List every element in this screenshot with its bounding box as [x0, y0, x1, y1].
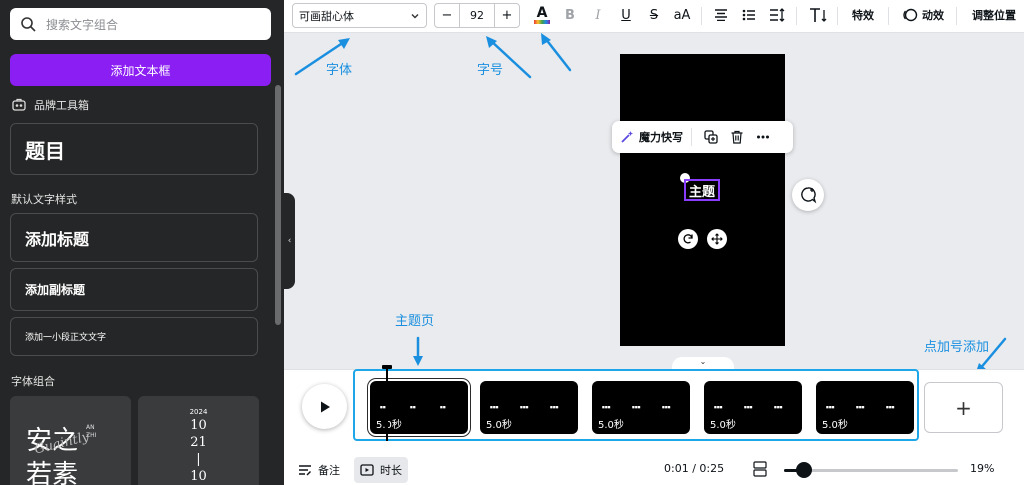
scene-mini-text: ■■■ — [774, 405, 783, 409]
zoom-value: 19% — [970, 462, 995, 475]
duration-button[interactable]: 时长 — [354, 457, 408, 483]
zoom-slider-knob[interactable] — [796, 462, 812, 478]
scene-mini-text: ■■ — [410, 405, 416, 409]
annotation-font: 字体 — [326, 63, 353, 78]
scene-mini-text: ■■■ — [662, 405, 671, 409]
scene-mini-text: ■■■ — [714, 405, 723, 409]
scene-mini-text: ■■■ — [520, 405, 529, 409]
scene-thumb-4[interactable]: ■■■ ■■■ ■■■ 5.0秒 — [704, 381, 802, 434]
annotation-size: 字号 — [477, 63, 504, 78]
scene-thumb-5[interactable]: ■■■ ■■■ ■■■ 5.0秒 — [816, 381, 914, 434]
scene-duration: 5.0秒 — [486, 420, 512, 431]
scene-duration: 5.0秒 — [376, 420, 402, 431]
notes-label: 备注 — [318, 464, 340, 477]
scene-mini-text: ■■■ — [550, 405, 559, 409]
play-icon — [320, 401, 330, 412]
notes-button[interactable]: 备注 — [292, 457, 346, 483]
scene-mini-text: ■■■ — [632, 405, 641, 409]
scene-thumb-1[interactable]: ■■ ■■ ■■ 5.0秒 — [368, 379, 470, 436]
duration-label: 时长 — [380, 464, 402, 477]
scene-mini-text: ■■ — [440, 405, 446, 409]
scene-mini-text: ■■■ — [602, 405, 611, 409]
scene-mini-text: ■■■ — [886, 405, 895, 409]
scene-mini-text: ■■■ — [490, 405, 499, 409]
duration-icon — [360, 464, 374, 476]
playback-time: 0:01 / 0:25 — [664, 462, 725, 475]
scene-duration: 5.0秒 — [710, 420, 736, 431]
scene-thumb-2[interactable]: ■■■ ■■■ ■■■ 5.0秒 — [480, 381, 578, 434]
scene-duration: 5.0秒 — [598, 420, 624, 431]
scene-mini-text: ■■■ — [826, 405, 835, 409]
grid-view-icon[interactable] — [753, 461, 767, 477]
playhead[interactable] — [386, 366, 388, 441]
annotation-add-scene: 点加号添加 — [924, 340, 990, 355]
scene-mini-text: ■■■ — [856, 405, 865, 409]
scene-mini-text: ■■■ — [744, 405, 753, 409]
scene-duration: 5.0秒 — [822, 420, 848, 431]
annotation-theme-page: 主题页 — [395, 314, 435, 329]
play-button[interactable] — [302, 384, 347, 429]
add-scene-button[interactable]: + — [924, 382, 1003, 433]
notes-icon — [299, 465, 311, 476]
scene-mini-text: ■■ — [380, 405, 386, 409]
scene-thumb-3[interactable]: ■■■ ■■■ ■■■ 5.0秒 — [592, 381, 690, 434]
